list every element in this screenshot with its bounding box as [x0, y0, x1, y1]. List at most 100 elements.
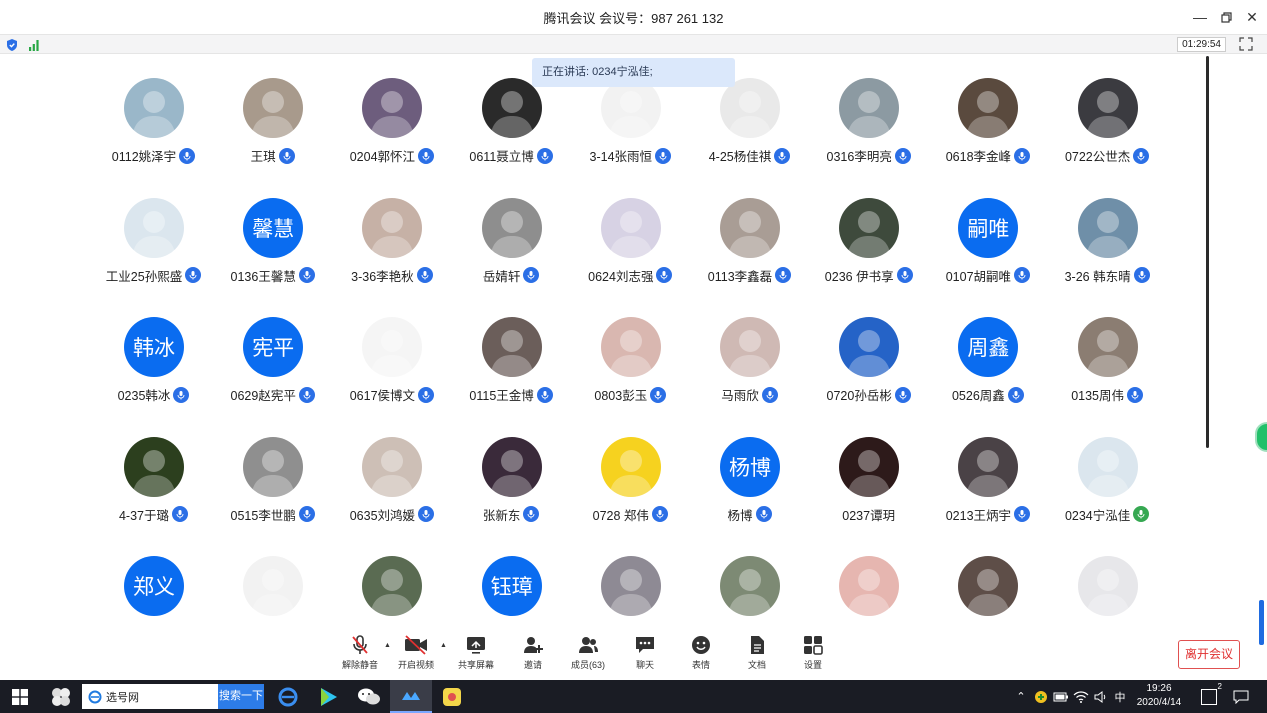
participant-name-row: 3-14张雨恒 [571, 146, 690, 165]
avatar-photo-icon [608, 569, 653, 616]
mic-icon [656, 267, 673, 283]
grid-scrollbar[interactable] [1206, 56, 1209, 448]
yellow-app-icon[interactable] [434, 680, 470, 713]
avatar-photo-icon [132, 449, 176, 497]
participant-tile[interactable]: 工业25孙熙盛 [94, 197, 213, 308]
participant-tile[interactable]: 0135周伟 [1048, 317, 1167, 427]
participant-tile[interactable]: 0213王炳宇 [928, 436, 1047, 547]
ie-browser-icon[interactable] [270, 680, 306, 713]
participant-tile[interactable]: 王琪 [213, 78, 332, 188]
participant-tile[interactable]: 杨博 杨博 [690, 436, 809, 547]
participant-tile[interactable]: 0624刘志强 [571, 197, 690, 308]
participant-tile[interactable]: 韩冰 0235韩冰 [94, 317, 213, 427]
unmute-button[interactable]: 解除静音 [332, 632, 388, 671]
avatar: 郑义 [124, 556, 184, 616]
minimize-icon[interactable]: — [1189, 6, 1211, 28]
avatar-photo-icon [966, 569, 1011, 616]
participant-tile[interactable]: 0618李金峰 [928, 78, 1047, 188]
meeting-info-bar: 01:29:54 [0, 34, 1267, 54]
tray-expand-icon[interactable]: ⌃ [1012, 680, 1030, 713]
participant-tile[interactable] [1048, 556, 1167, 666]
restore-icon[interactable] [1215, 6, 1237, 28]
participant-tile[interactable]: 宪平 0629赵宪平 [213, 317, 332, 427]
windows-start-icon[interactable] [0, 680, 40, 713]
mic-icon [651, 506, 668, 522]
participant-tile[interactable]: 0728 郑伟 [571, 436, 690, 547]
shield-icon[interactable] [5, 38, 19, 52]
mic-icon [523, 506, 540, 522]
participant-tile[interactable]: 0611聂立博 [452, 78, 571, 188]
participant-tile[interactable]: 0722公世杰 [1048, 78, 1167, 188]
participant-tile[interactable]: 0115王金博 [452, 317, 571, 427]
participant-name: 0722公世杰 [1064, 150, 1131, 164]
participant-tile[interactable]: 3-14张雨恒 [571, 78, 690, 188]
emoji-button[interactable]: 表情 [673, 632, 729, 671]
participant-tile[interactable]: 3-36李艳秋 [332, 197, 451, 308]
tray-app-icon[interactable] [1032, 680, 1050, 713]
signal-icon[interactable] [27, 38, 41, 52]
participant-tile[interactable]: 0617侯博文 [332, 317, 451, 427]
participant-tile[interactable] [928, 556, 1047, 666]
volume-indicator[interactable] [1259, 600, 1264, 645]
participant-tile[interactable]: 郑义 [94, 556, 213, 666]
participant-tile[interactable]: 0635刘鸿媛 [332, 436, 451, 547]
participant-tile[interactable]: 0515李世鹏 [213, 436, 332, 547]
ime-indicator[interactable]: 中 [1110, 680, 1130, 713]
participant-tile[interactable]: 4-25杨佳祺 [690, 78, 809, 188]
fullscreen-icon[interactable] [1239, 37, 1253, 51]
participant-tile[interactable]: 0237谭玥 [809, 436, 928, 547]
video-player-icon[interactable] [310, 680, 346, 713]
members-button[interactable]: 成员(63) [560, 632, 616, 671]
participant-tile[interactable]: 0112姚泽宇 [94, 78, 213, 188]
participant-tile[interactable]: 0236 伊书享 [809, 197, 928, 308]
speaker-icon[interactable] [1092, 680, 1110, 713]
participant-tile[interactable] [213, 556, 332, 666]
participant-tile[interactable]: 张新东 [452, 436, 571, 547]
invite-button[interactable]: 邀请 [505, 632, 561, 671]
wifi-icon[interactable] [1072, 680, 1090, 713]
search-button[interactable]: 搜索一下 [218, 684, 264, 709]
docs-button[interactable]: 文档 [729, 632, 785, 671]
participant-tile[interactable]: 3-26 韩东晴 [1048, 197, 1167, 308]
meeting-timer: 01:29:54 [1177, 37, 1226, 52]
participant-tile[interactable]: 周鑫 0526周鑫 [928, 317, 1047, 427]
participant-tile[interactable]: 0316李明亮 [809, 78, 928, 188]
avatar-initials: 钰璋 [490, 576, 533, 599]
avatar-photo-icon [847, 91, 892, 138]
participant-tile[interactable]: 4-37于璐 [94, 436, 213, 547]
share-screen-button[interactable]: 共享屏幕 [448, 632, 504, 671]
participant-tile[interactable]: 马雨欣 [690, 317, 809, 427]
participant-tile[interactable]: 岳婧轩 [452, 197, 571, 308]
participant-name: 0635刘鸿媛 [349, 508, 416, 523]
search-text: 选号网 [106, 691, 139, 704]
mic-icon [1133, 506, 1150, 522]
video-options-icon[interactable]: ▲ [440, 642, 447, 649]
participant-tile[interactable]: 嗣唯 0107胡嗣唯 [928, 197, 1047, 308]
notification-count-icon[interactable]: 2 [1196, 680, 1222, 713]
participant-name: 0113李鑫磊 [707, 269, 773, 284]
close-icon[interactable]: ✕ [1241, 6, 1263, 28]
participant-name-row: 0720孙岳彬 [809, 385, 928, 404]
wechat-icon[interactable] [350, 680, 388, 713]
side-float-badge[interactable] [1255, 422, 1267, 452]
participant-tile[interactable]: 0113李鑫磊 [690, 197, 809, 308]
participant-name: 4-25杨佳祺 [708, 150, 772, 164]
leave-meeting-button[interactable]: 离开会议 [1178, 640, 1240, 669]
battery-icon[interactable] [1052, 680, 1070, 713]
pinwheel-app-icon[interactable] [44, 680, 78, 713]
participant-tile[interactable]: 0720孙岳彬 [809, 317, 928, 427]
action-center-icon[interactable] [1228, 680, 1254, 713]
start-video-button[interactable]: 开启视频 [388, 632, 444, 671]
taskbar-search-input[interactable]: 选号网 [82, 684, 218, 709]
avatar [600, 436, 661, 497]
participant-tile[interactable]: 0204郭怀江 [332, 78, 451, 188]
participant-tile[interactable]: 0234宁泓佳 [1048, 436, 1167, 547]
taskbar-clock[interactable]: 19:26 2020/4/14 [1131, 682, 1187, 710]
participant-name: 岳婧轩 [482, 269, 521, 284]
tencent-meeting-taskbar-icon[interactable] [390, 680, 432, 713]
participant-tile[interactable]: 馨慧 0136王馨慧 [213, 197, 332, 308]
participant-tile[interactable]: 0803彭玉 [571, 317, 690, 427]
chat-button[interactable]: 聊天 [617, 632, 673, 671]
avatar [124, 78, 184, 138]
settings-button[interactable]: 设置 [785, 632, 841, 671]
